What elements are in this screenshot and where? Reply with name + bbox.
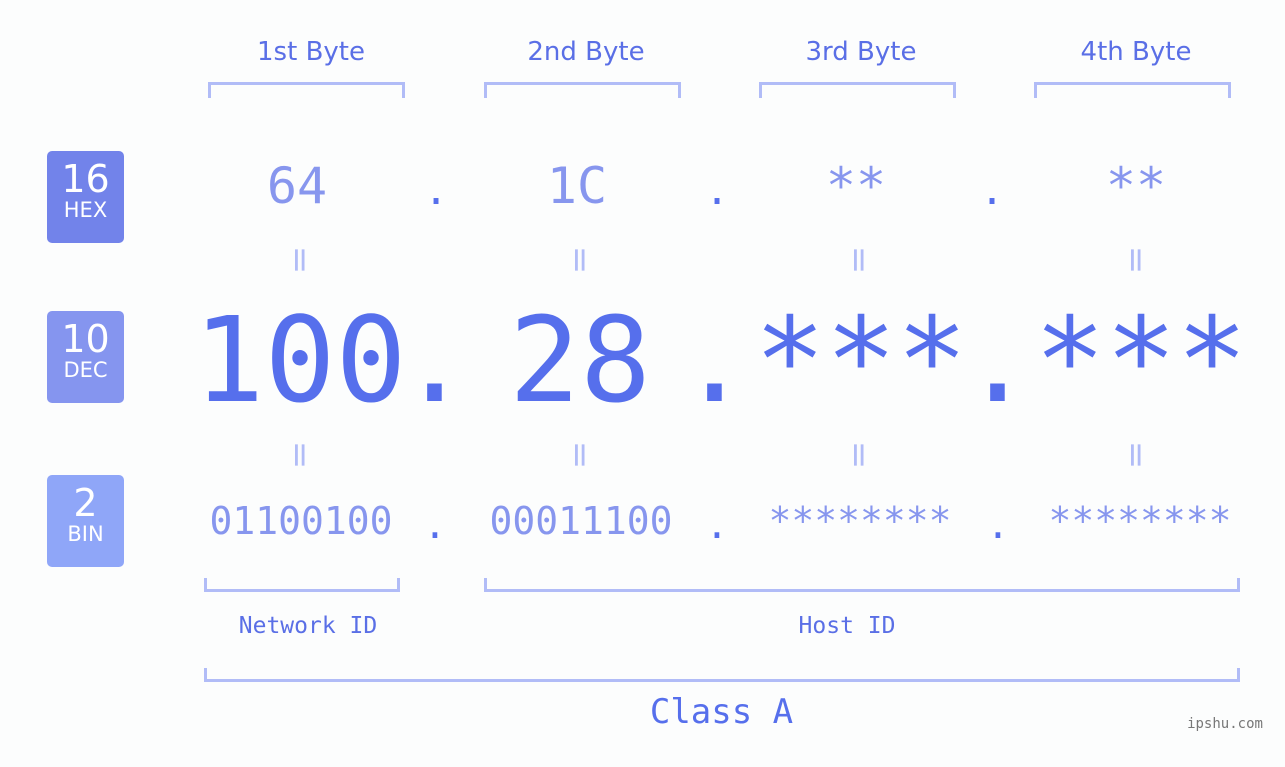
hex-byte-3: ** <box>825 157 887 215</box>
bin-byte-3: ******** <box>768 499 952 543</box>
dec-byte-4: *** <box>1034 291 1248 429</box>
byte-bracket-3 <box>759 82 956 98</box>
bin-separator-3: . <box>986 503 1010 547</box>
dec-base-label: DEC <box>63 358 108 382</box>
dec-separator-3: . <box>962 291 1034 429</box>
byte-bracket-4 <box>1034 82 1231 98</box>
dec-separator-2: . <box>679 291 751 429</box>
dec-badge: 10 DEC <box>47 311 124 403</box>
hex-byte-2: 1C <box>546 157 608 215</box>
equals-sign: = <box>280 245 320 275</box>
hex-byte-1: 64 <box>266 157 328 215</box>
network-id-bracket <box>204 578 400 592</box>
equals-sign: = <box>280 440 320 470</box>
equals-sign: = <box>1116 440 1156 470</box>
hex-separator-1: . <box>423 168 449 214</box>
hex-byte-4: ** <box>1105 157 1167 215</box>
dec-byte-1: 100 <box>193 291 407 429</box>
byte-bracket-2 <box>484 82 681 98</box>
byte-header-4: 4th Byte <box>1080 37 1192 67</box>
hex-separator-2: . <box>704 168 730 214</box>
equals-sign: = <box>839 440 879 470</box>
network-id-label: Network ID <box>238 613 378 639</box>
byte-header-2: 2nd Byte <box>527 37 645 67</box>
equals-sign: = <box>560 440 600 470</box>
class-label: Class A <box>649 692 794 732</box>
bin-base-number: 2 <box>73 481 98 525</box>
byte-header-1: 1st Byte <box>257 37 365 67</box>
hex-badge: 16 HEX <box>47 151 124 243</box>
equals-sign: = <box>839 245 879 275</box>
host-id-bracket <box>484 578 1240 592</box>
dec-base-number: 10 <box>61 317 110 361</box>
bin-byte-1: 01100100 <box>209 499 393 543</box>
dec-byte-3: *** <box>754 291 968 429</box>
bin-separator-1: . <box>423 503 447 547</box>
hex-base-label: HEX <box>63 198 108 222</box>
bin-byte-4: ******** <box>1048 499 1232 543</box>
dec-byte-2: 28 <box>508 291 652 429</box>
bin-badge: 2 BIN <box>47 475 124 567</box>
dec-separator-1: . <box>399 291 471 429</box>
bin-separator-2: . <box>705 503 729 547</box>
class-bracket <box>204 668 1240 682</box>
equals-sign: = <box>560 245 600 275</box>
watermark: ipshu.com <box>1187 716 1263 732</box>
hex-base-number: 16 <box>61 157 110 201</box>
bin-base-label: BIN <box>67 522 104 546</box>
host-id-label: Host ID <box>798 613 896 639</box>
byte-header-3: 3rd Byte <box>805 37 917 67</box>
equals-sign: = <box>1116 245 1156 275</box>
bin-byte-2: 00011100 <box>489 499 673 543</box>
byte-bracket-1 <box>208 82 405 98</box>
hex-separator-3: . <box>979 168 1005 214</box>
